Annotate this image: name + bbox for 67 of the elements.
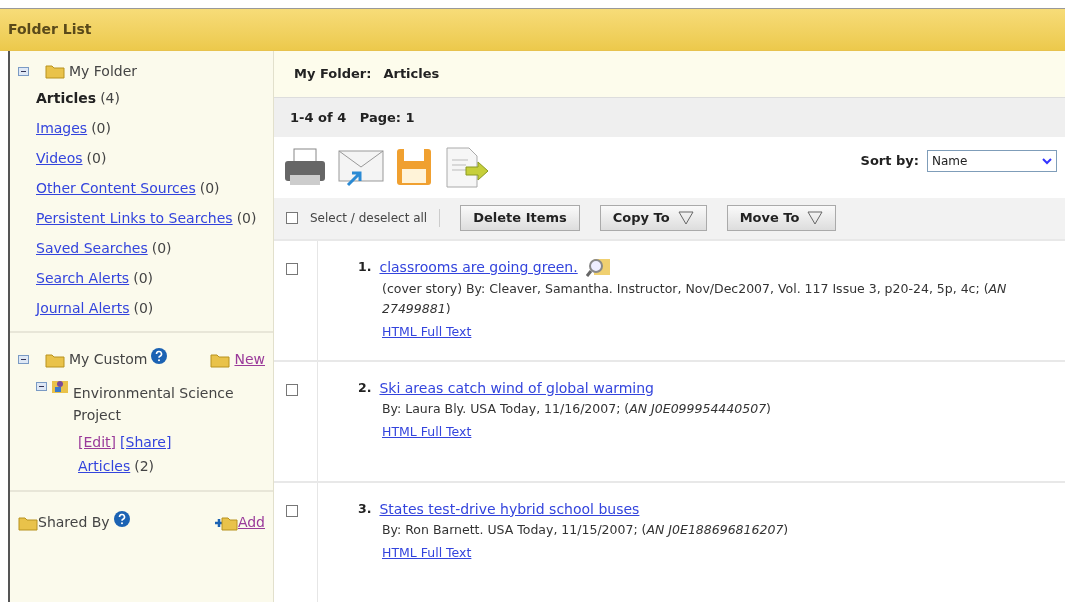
full-text-link[interactable]: HTML Full Text [382,322,472,342]
folder-link[interactable]: Articles [36,87,97,109]
folder-link[interactable]: Images [36,117,88,139]
result-number: 1. [358,258,372,277]
dropdown-caret-icon [1042,157,1052,166]
citation-text: By: Ron Barnett. USA Today, 11/15/2007; (AN J0E188696816207) [382,520,790,539]
checkbox[interactable] [286,262,298,275]
result-number: 3. [358,499,372,518]
collapse-icon[interactable] [18,66,29,76]
folder-icon [45,351,65,368]
folder-icon [45,63,65,79]
project-icon [51,378,69,394]
checkbox[interactable] [286,504,298,517]
item-count: (0) [133,268,153,288]
result-title-link[interactable]: classrooms are going green. [379,257,578,279]
result-title-link[interactable]: Ski areas catch wind of global warming [379,377,654,399]
action-button[interactable]: Copy To [599,205,707,231]
citation-text: (cover story) By: Cleaver, Samantha. Instructor, Nov/Dec2007, Vol. 117 Issue 3, p20-24, 5p, 4c; (AN 27499881) [382,279,1008,318]
citation-text: By: Laura Bly. USA Today, 11/16/2007; (AN J0E099954440507) [382,399,772,418]
full-text-link[interactable]: HTML Full Text [382,422,472,442]
paging-info: 1-4 of 4 Page: 1 [290,108,415,127]
folder-link[interactable]: Persistent Links to Searches [36,207,233,229]
collapse-icon[interactable] [18,355,29,364]
folder-label[interactable]: My Custom [69,349,148,370]
caret-icon [677,211,694,225]
magnifier-icon[interactable] [585,256,612,279]
breadcrumb-folder[interactable]: My Folder: [294,64,372,84]
folder-icon [18,514,38,531]
item-count: (0) [236,208,257,228]
item-count: (0) [91,118,111,138]
help-icon[interactable] [113,510,130,527]
item-count: (0) [199,178,220,198]
new-link[interactable]: New [234,349,265,370]
panel-title: Folder List [8,20,92,39]
folder-link[interactable]: Search Alerts [36,267,130,289]
breadcrumb-current: Articles [383,65,440,84]
folder-link[interactable]: Saved Searches [36,237,148,259]
caret-icon [807,211,824,225]
folder-link[interactable]: Journal Alerts [36,297,130,319]
folder-link[interactable]: Other Content Sources [36,177,196,199]
collapse-icon[interactable] [36,382,47,391]
item-count: (4) [100,88,120,108]
sort-select[interactable]: Name [927,150,1057,173]
full-text-link[interactable]: HTML Full Text [382,543,472,563]
share-link[interactable]: [Share] [120,431,172,453]
folder-label[interactable]: My Folder [69,60,138,82]
new-folder-icon [210,351,231,368]
result-number: 2. [358,378,372,397]
checkbox[interactable] [286,383,298,396]
add-link[interactable]: Add [237,512,265,533]
item-count: (0) [151,238,172,258]
help-icon[interactable] [151,347,168,364]
item-count: (0) [86,148,107,168]
item-count: (2) [134,456,155,476]
checkbox[interactable] [286,212,298,224]
folder-link[interactable]: Videos [36,147,83,169]
result-title-link[interactable]: States test-drive hybrid school buses [379,498,640,520]
select-all-label[interactable]: Select / deselect all [310,209,441,227]
action-button[interactable]: Delete Items [460,205,580,231]
edit-link[interactable]: [Edit] [78,431,117,453]
item-count: (0) [133,298,154,318]
add-folder-icon [213,514,238,531]
project-label[interactable]: Environmental Science Project [73,382,253,426]
folder-label[interactable]: Shared By [38,512,110,533]
action-button[interactable]: Move To [726,205,837,231]
sort-label: Sort by: [860,152,919,171]
folder-link[interactable]: Articles [78,455,131,477]
